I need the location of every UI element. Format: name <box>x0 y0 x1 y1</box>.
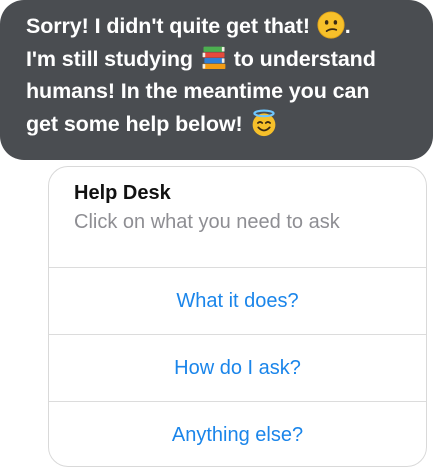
bot-message-bubble: Sorry! I didn't quite get that! . I'm st… <box>0 0 433 160</box>
what-it-does-button[interactable]: What it does? <box>49 268 426 335</box>
message-line-2: I'm still studying to understand <box>26 43 415 76</box>
how-do-i-ask-button[interactable]: How do I ask? <box>49 335 426 402</box>
help-desk-header: Help Desk Click on what you need to ask <box>49 167 426 268</box>
message-line-3: humans! In the meantime you can <box>26 79 370 103</box>
books-icon <box>202 46 226 69</box>
message-line-1-period: . <box>344 14 351 38</box>
confused-face-icon <box>317 11 345 39</box>
message-line-4: get some help below! <box>26 108 415 141</box>
help-desk-subtitle: Click on what you need to ask <box>74 211 340 233</box>
message-line-2-text-before: I'm still studying <box>26 46 193 71</box>
message-line-1: Sorry! I didn't quite get that! . <box>26 10 415 43</box>
message-line-4-text: get some help below! <box>26 111 243 136</box>
smiling-face-with-halo-icon <box>252 109 275 136</box>
help-desk-title: Help Desk <box>74 182 171 204</box>
anything-else-button[interactable]: Anything else? <box>49 402 426 466</box>
help-desk-card: Help Desk Click on what you need to ask … <box>48 166 427 467</box>
message-line-2-text-after: to understand <box>233 46 376 71</box>
message-line-1-text: Sorry! I didn't quite get that! <box>26 14 310 38</box>
